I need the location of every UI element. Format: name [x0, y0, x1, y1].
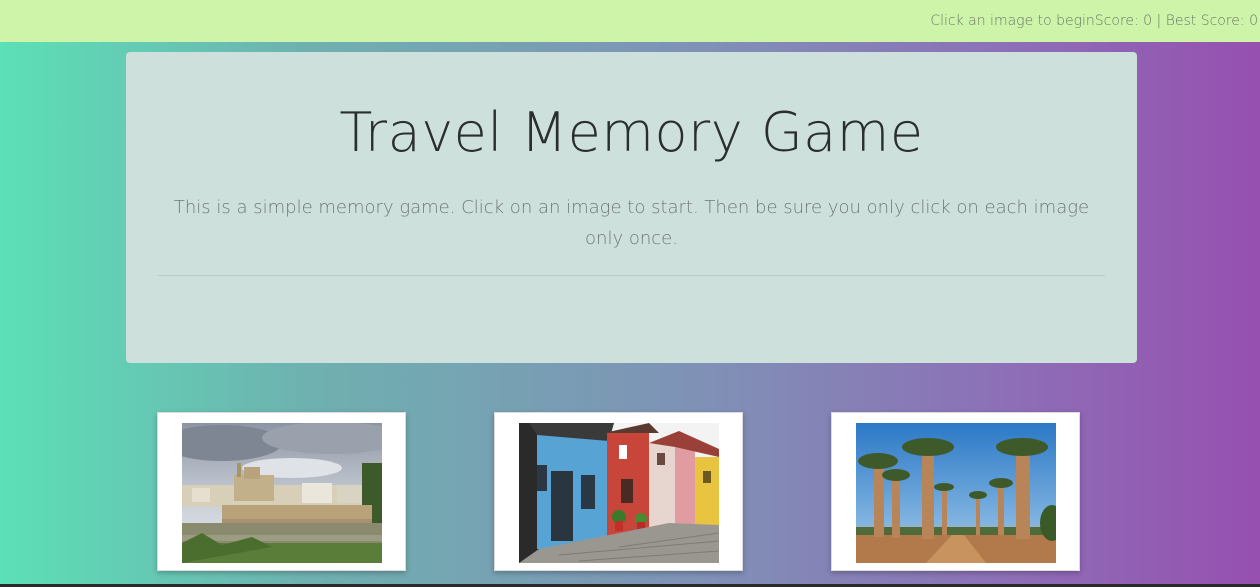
image-card-baobab-avenue[interactable]: [831, 412, 1080, 571]
card-image-colorful-houses[interactable]: [519, 423, 719, 563]
game-description: This is a simple memory game. Click on a…: [173, 197, 1090, 249]
page-title: Travel Memory Game: [339, 101, 924, 164]
divider: [158, 275, 1105, 276]
river-bridge-picture: [182, 423, 382, 563]
image-card-river-bridge[interactable]: [157, 412, 406, 571]
card-image-river-bridge[interactable]: [182, 423, 382, 563]
card-image-baobab-avenue[interactable]: [856, 423, 1056, 563]
nav-score-text: Click an image to beginScore: 0 | Best S…: [930, 13, 1258, 29]
colorful-houses-picture: [519, 423, 719, 563]
header-jumbotron: Travel Memory Game This is a simple memo…: [126, 52, 1137, 363]
status-message: Click an image to begin: [930, 13, 1095, 29]
baobab-avenue-picture: [856, 423, 1056, 563]
image-card-colorful-houses[interactable]: [494, 412, 743, 571]
top-navbar: Click an image to beginScore: 0 | Best S…: [0, 0, 1260, 42]
score-display: Score: 0 | Best Score: 0: [1094, 13, 1258, 29]
